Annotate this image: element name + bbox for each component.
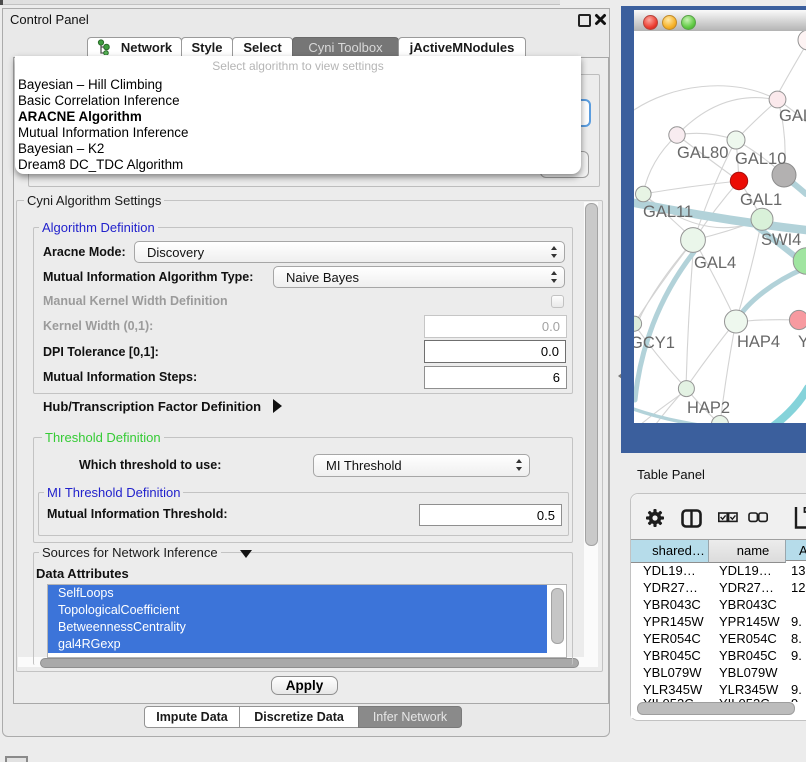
svg-text:GAL1: GAL1 — [740, 191, 782, 209]
svg-text:GAL4: GAL4 — [694, 254, 736, 272]
svg-text:HAP4: HAP4 — [737, 333, 780, 351]
svg-text:HAP2: HAP2 — [687, 399, 730, 417]
svg-text:GCY1: GCY1 — [634, 334, 675, 352]
svg-text:GAL11: GAL11 — [643, 203, 693, 221]
svg-text:GAL7: GAL7 — [779, 107, 806, 125]
svg-text:SWI4: SWI4 — [761, 231, 801, 249]
svg-text:GAL10: GAL10 — [735, 150, 786, 168]
svg-text:Y: Y — [798, 333, 806, 351]
svg-text:GAL80: GAL80 — [677, 144, 728, 162]
